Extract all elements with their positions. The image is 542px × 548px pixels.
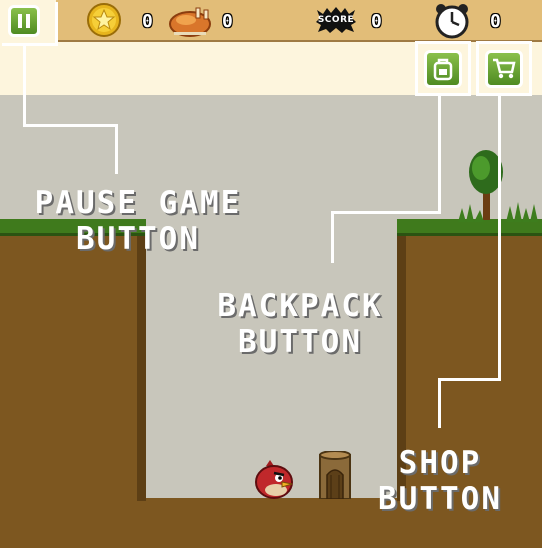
left-cliff <box>0 222 146 548</box>
coin-icon <box>87 3 121 37</box>
backpack-callout-line <box>438 96 441 214</box>
pause-callout-line <box>23 44 26 126</box>
timer-value: 0 <box>490 11 501 32</box>
shop-callout-line <box>438 378 441 428</box>
shop-callout-line <box>498 96 501 381</box>
shopping-cart-icon <box>493 58 516 79</box>
shop-callout-label: SHOP BUTTON <box>378 445 502 517</box>
pause-button[interactable] <box>8 5 40 37</box>
alarm-clock-icon <box>435 4 469 39</box>
pause-icon <box>18 14 30 28</box>
roast-chicken-icon <box>169 7 211 37</box>
score-badge-icon: SCORE <box>315 6 357 34</box>
backpack-callout-label: BACKPACK BUTTON <box>217 288 383 360</box>
left-cliff-edge <box>137 233 146 501</box>
shop-callout-line <box>438 378 501 381</box>
backpack-icon <box>433 58 453 81</box>
pause-callout-line <box>115 124 118 174</box>
backpack-callout-line <box>331 211 441 214</box>
pause-callout-label: PAUSE GAME BUTTON <box>34 185 242 257</box>
backpack-callout-line <box>331 211 334 263</box>
score-value: 0 <box>371 11 382 32</box>
red-bird-character <box>255 460 293 499</box>
shop-button[interactable] <box>485 50 523 88</box>
backpack-button[interactable] <box>424 50 462 88</box>
food-count: 0 <box>222 11 233 32</box>
pause-callout-line <box>23 124 118 127</box>
tree-stump-door <box>319 451 351 499</box>
score-badge-label: SCORE <box>317 15 355 25</box>
coin-count: 0 <box>142 11 153 32</box>
game-screen: 0 0 SCORE 0 0 PAUSE GAME BUTTON BACKPACK… <box>0 0 542 548</box>
